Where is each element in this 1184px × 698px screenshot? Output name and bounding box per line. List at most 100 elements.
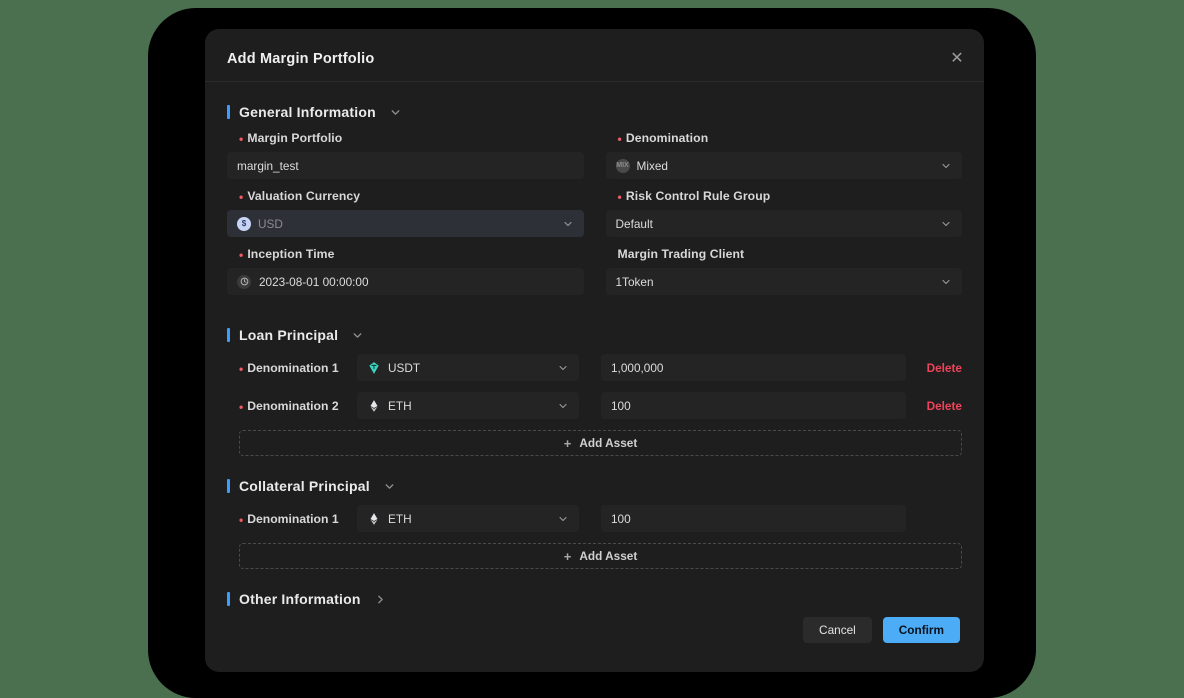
input-loan-amount-1[interactable]: 1,000,000 [601,354,906,381]
chevron-down-icon [557,362,569,374]
eth-gem-icon [367,512,381,526]
add-asset-label: Add Asset [579,549,638,563]
dialog-title: Add Margin Portfolio [227,51,375,67]
eth-gem-icon [367,399,381,413]
label-inception-time: • Inception Time [239,247,584,261]
dialog-header: Add Margin Portfolio ✕ [205,29,984,82]
select-margin-trading-client[interactable]: 1Token [605,268,962,295]
label-risk-control-rule-group: • Risk Control Rule Group [618,189,963,203]
usdt-gem-icon [367,361,381,375]
input-value: 1,000,000 [611,360,664,375]
loan-asset-row: • Denomination 2 ETH 100 Delete [227,392,962,419]
plus-icon: + [563,435,572,451]
required-asterisk: • [239,512,244,527]
select-valuation-currency: $ USD [227,210,584,237]
input-inception-time[interactable]: 2023-08-01 00:00:00 [227,268,584,295]
chevron-down-icon [940,276,952,288]
select-value: Mixed [636,158,668,173]
field-valuation-currency: • Valuation Currency $ USD [227,189,584,237]
select-collateral-asset-1[interactable]: ETH [357,505,579,532]
required-asterisk: • [239,132,244,146]
label-margin-portfolio: • Margin Portfolio [239,131,584,145]
dialog-body: General Information • Margin Portfolio m… [205,104,984,622]
input-loan-amount-2[interactable]: 100 [601,392,906,419]
label-text: Margin Trading Client [617,247,745,261]
delete-loan-asset-1-button[interactable]: Delete [916,361,962,375]
cancel-button[interactable]: Cancel [803,617,872,643]
select-value: USDT [388,360,421,375]
chevron-down-icon[interactable] [351,329,364,342]
label-valuation-currency: • Valuation Currency [239,189,584,203]
chevron-down-icon [562,218,574,230]
chevron-down-icon [557,513,569,525]
dialog-footer: Cancel Confirm [205,600,984,672]
label-text: Denomination 1 [247,511,339,526]
input-margin-portfolio[interactable]: margin_test [227,152,584,179]
required-asterisk: • [617,132,622,146]
select-value: USD [258,216,283,231]
input-value: 100 [611,398,631,413]
clock-icon [237,274,251,289]
input-value: margin_test [237,158,299,173]
collateral-asset-row: • Denomination 1 ETH 100 [227,505,962,532]
label-text: Inception Time [247,247,335,261]
chevron-down-icon[interactable] [389,106,402,119]
add-margin-portfolio-dialog: Add Margin Portfolio ✕ General Informati… [205,29,984,672]
select-value: ETH [388,511,412,526]
select-value: ETH [388,398,412,413]
section-title-general-information: General Information [239,104,376,120]
mixed-coin-icon: MIX [615,158,630,173]
required-asterisk: • [239,399,244,414]
label-text: Margin Portfolio [247,131,343,145]
label-text: Valuation Currency [247,189,361,203]
loan-asset-row: • Denomination 1 USDT 1,000,000 Delete [227,354,962,381]
field-denomination: • Denomination MIX Mixed [605,131,963,179]
input-value: 2023-08-01 00:00:00 [259,274,369,289]
add-loan-asset-button[interactable]: + Add Asset [239,430,962,456]
field-margin-portfolio: • Margin Portfolio margin_test [227,131,584,179]
section-title-collateral-principal: Collateral Principal [239,478,370,494]
label-margin-trading-client: Margin Trading Client [618,247,963,261]
add-collateral-asset-button[interactable]: + Add Asset [239,543,962,569]
label-text: Denomination 2 [247,398,339,413]
required-asterisk: • [239,248,244,262]
section-accent-bar [227,105,230,119]
section-accent-bar [227,479,230,493]
section-header-general-information[interactable]: General Information [227,104,962,120]
input-collateral-amount-1[interactable]: 100 [601,505,906,532]
label-text: Denomination 1 [247,360,339,375]
confirm-button[interactable]: Confirm [882,617,960,643]
label-loan-denomination-1: • Denomination 1 [227,361,357,375]
section-header-collateral-principal[interactable]: Collateral Principal [227,478,962,494]
chevron-down-icon [557,400,569,412]
field-risk-control-rule-group: • Risk Control Rule Group Default [605,189,963,237]
label-collateral-denomination-1: • Denomination 1 [227,512,357,526]
close-icon[interactable]: ✕ [948,50,966,68]
section-title-loan-principal: Loan Principal [239,327,339,343]
chevron-down-icon[interactable] [383,480,396,493]
select-risk-control-rule-group[interactable]: Default [605,210,962,237]
select-loan-asset-1[interactable]: USDT [357,354,579,381]
section-header-loan-principal[interactable]: Loan Principal [227,327,962,343]
select-denomination[interactable]: MIX Mixed [605,152,962,179]
plus-icon: + [563,548,572,564]
delete-loan-asset-2-button[interactable]: Delete [916,399,962,413]
chevron-down-icon [940,160,952,172]
chevron-down-icon [940,218,952,230]
required-asterisk: • [617,190,622,204]
input-value: 100 [611,511,631,526]
add-asset-label: Add Asset [579,436,638,450]
usd-coin-icon: $ [237,216,251,231]
field-margin-trading-client: Margin Trading Client 1Token [605,247,963,295]
required-asterisk: • [239,190,244,204]
field-inception-time: • Inception Time 2023-08-01 00:00:00 [227,247,584,295]
select-value: Default [615,216,653,231]
label-loan-denomination-2: • Denomination 2 [227,399,357,413]
label-text: Denomination [625,131,709,145]
required-asterisk: • [239,361,244,376]
select-loan-asset-2[interactable]: ETH [357,392,579,419]
general-information-grid: • Margin Portfolio margin_test • Denomin… [227,131,962,305]
label-text: Risk Control Rule Group [625,189,771,203]
section-accent-bar [227,328,230,342]
label-denomination: • Denomination [618,131,963,145]
